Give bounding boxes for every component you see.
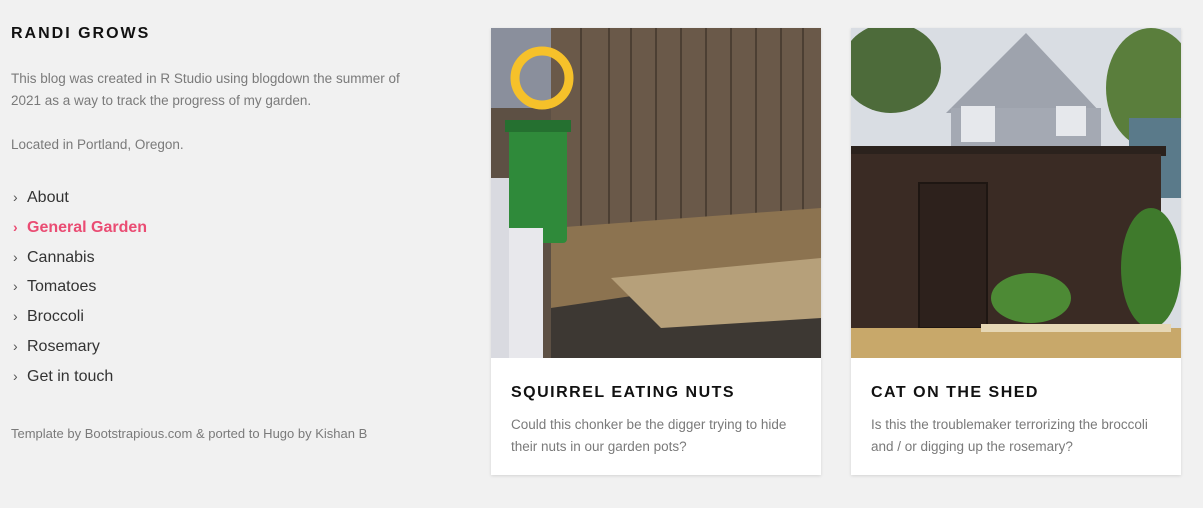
chevron-right-icon: › [13, 278, 18, 295]
nav-item-label: Rosemary [27, 337, 100, 355]
nav-item-about[interactable]: › About [13, 183, 451, 213]
post-image-squirrel[interactable] [491, 28, 821, 358]
post-title[interactable]: SQUIRREL EATING NUTS [511, 384, 801, 402]
post-excerpt: Could this chonker be the digger trying … [511, 417, 787, 454]
nav-item-get-in-touch[interactable]: › Get in touch [13, 362, 451, 392]
nav-item-general-garden[interactable]: › General Garden [13, 213, 451, 243]
nav-item-label: Tomatoes [27, 278, 97, 296]
post-excerpt: Is this the troublemaker terrorizing the… [871, 417, 1148, 454]
nav-item-tomatoes[interactable]: › Tomatoes [13, 272, 451, 302]
chevron-right-icon: › [13, 189, 18, 205]
chevron-right-icon: › [13, 337, 18, 354]
nav-item-rosemary[interactable]: › Rosemary [13, 332, 451, 362]
chevron-right-icon: › [13, 308, 18, 325]
nav-item-label: Cannabis [27, 248, 95, 266]
nav-item-label: Get in touch [27, 367, 114, 385]
post-card[interactable]: CAT ON THE SHED Is this the troublemaker… [851, 28, 1181, 475]
chevron-right-icon: › [13, 367, 18, 384]
nav-item-cannabis[interactable]: › Cannabis [13, 243, 451, 273]
nav-item-broccoli[interactable]: › Broccoli [13, 302, 451, 332]
sidebar-nav: › About › General Garden › Cannabis › To… [13, 183, 451, 392]
nav-item-label: Broccoli [27, 308, 84, 326]
nav-item-label: General Garden [27, 218, 148, 236]
site-location: Located in Portland, Oregon. [11, 137, 184, 152]
post-image-cat-shed[interactable] [851, 28, 1181, 358]
chevron-right-icon: › [13, 218, 18, 235]
site-description: This blog was created in R Studio using … [11, 71, 400, 108]
post-title[interactable]: CAT ON THE SHED [871, 384, 1161, 402]
sidebar: RANDI GROWS This blog was created in R S… [11, 24, 451, 392]
chevron-right-icon: › [13, 248, 18, 265]
post-card[interactable]: SQUIRREL EATING NUTS Could this chonker … [491, 28, 821, 475]
footer-credit: Template by Bootstrapious.com & ported t… [11, 426, 368, 441]
nav-item-label: About [27, 189, 69, 206]
site-title[interactable]: RANDI GROWS [11, 24, 451, 44]
